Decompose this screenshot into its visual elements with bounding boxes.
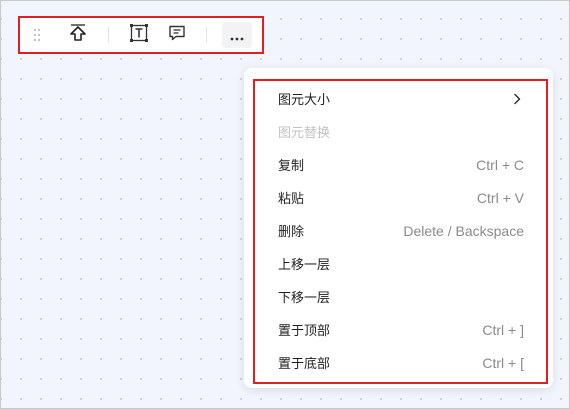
menu-item-paste[interactable]: 粘贴 Ctrl + V	[255, 181, 546, 214]
more-button[interactable]	[222, 22, 252, 48]
menu-item-label: 删除	[278, 225, 305, 240]
shortcut-label: Delete / Backspace	[403, 222, 524, 239]
menu-item-move-up-layer[interactable]: 上移一层	[255, 247, 546, 280]
menu-item-label: 图元替换	[278, 126, 331, 141]
more-icon	[230, 26, 244, 45]
menu-item-move-down-layer[interactable]: 下移一层	[255, 280, 546, 313]
shortcut-label: Ctrl + ]	[482, 321, 524, 338]
text-box-icon	[130, 24, 148, 46]
menu-item-label: 置于底部	[278, 357, 331, 372]
menu-item-element-size[interactable]: 图元大小	[255, 82, 546, 115]
menu-item-label: 置于顶部	[278, 324, 331, 339]
menu-item-label: 上移一层	[278, 258, 331, 273]
toolbar-divider	[108, 27, 109, 43]
context-menu: 图元大小 图元替换 复制 Ctrl + C 粘贴 Ctrl + V 删除 Del…	[253, 79, 548, 384]
menu-item-label: 复制	[278, 159, 305, 174]
shortcut-label: Ctrl + [	[482, 354, 524, 371]
shortcut-label: Ctrl + C	[476, 156, 524, 173]
canvas[interactable]: 图元大小 图元替换 复制 Ctrl + C 粘贴 Ctrl + V 删除 Del…	[0, 0, 570, 409]
menu-item-bring-to-top[interactable]: 置于顶部 Ctrl + ]	[255, 313, 546, 346]
toolbar-divider	[206, 27, 207, 43]
arrow-up-icon	[68, 23, 88, 47]
chevron-right-icon	[510, 92, 524, 106]
menu-item-element-replace: 图元替换	[255, 115, 546, 148]
menu-item-send-to-bottom[interactable]: 置于底部 Ctrl + [	[255, 346, 546, 379]
text-button[interactable]	[127, 18, 151, 52]
comment-icon	[168, 24, 186, 46]
comment-button[interactable]	[165, 18, 189, 52]
shortcut-label: Ctrl + V	[476, 189, 524, 206]
menu-item-delete[interactable]: 删除 Delete / Backspace	[255, 214, 546, 247]
menu-item-label: 图元大小	[278, 93, 331, 108]
menu-item-copy[interactable]: 复制 Ctrl + C	[255, 148, 546, 181]
bring-to-front-button[interactable]	[65, 18, 91, 52]
drag-handle-icon[interactable]	[30, 18, 44, 52]
floating-toolbar	[18, 16, 264, 54]
menu-item-label: 下移一层	[278, 291, 331, 306]
menu-item-label: 粘贴	[278, 192, 305, 207]
